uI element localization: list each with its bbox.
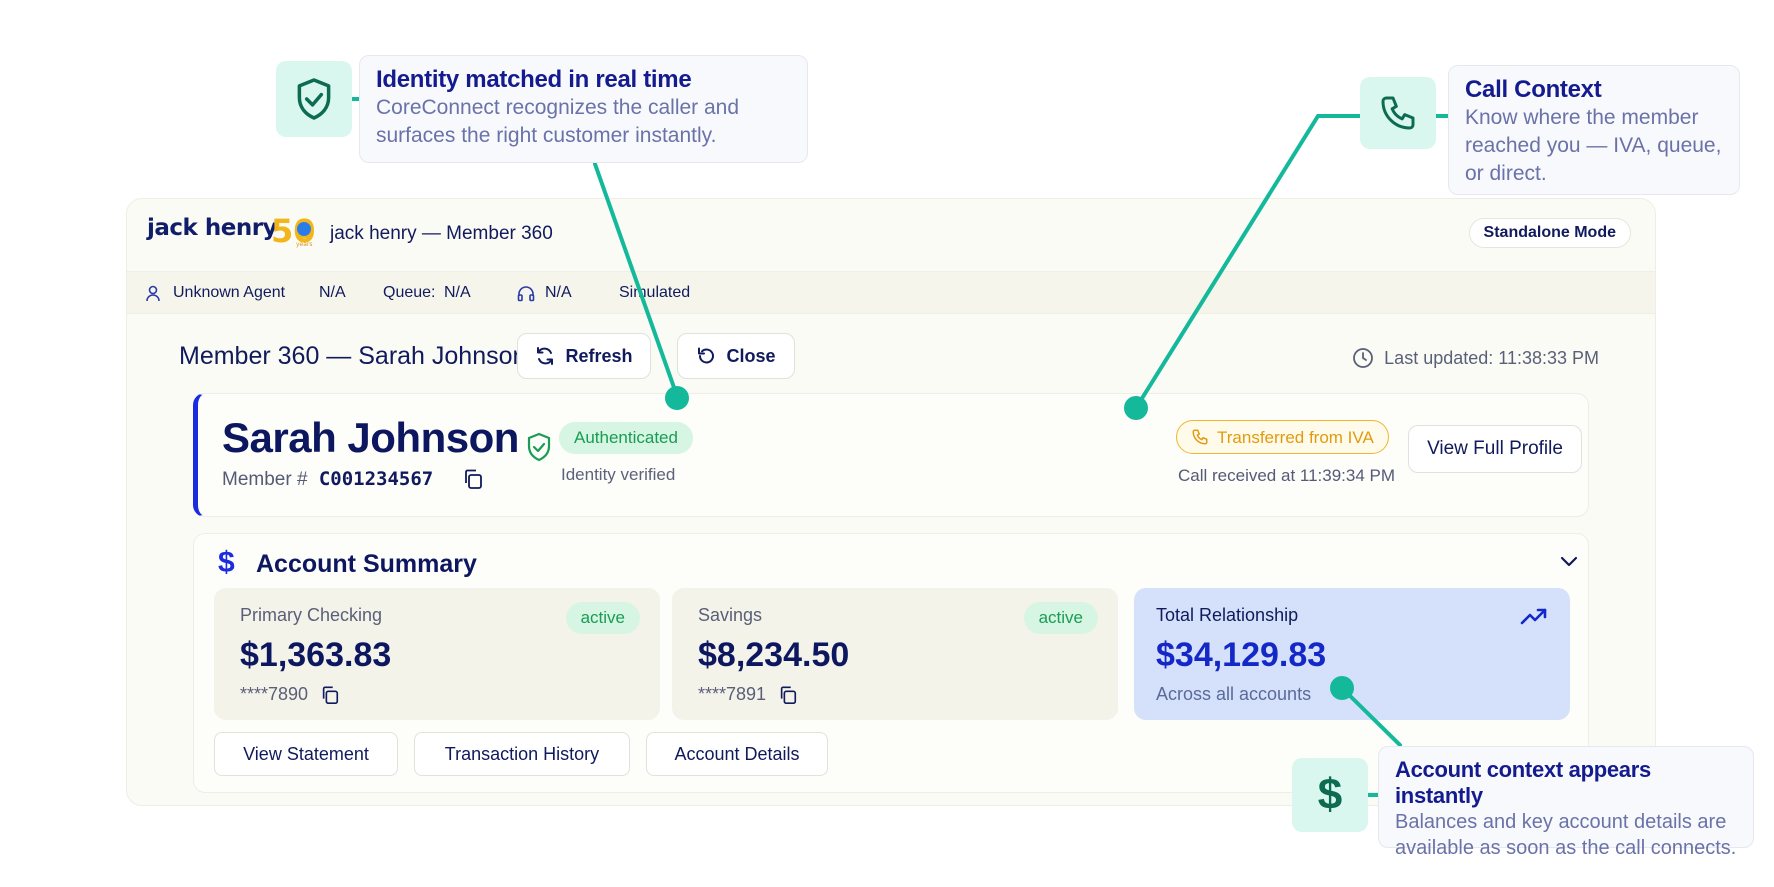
last-updated: Last updated: 11:38:33 PM [1352,347,1599,369]
mode-badge: Standalone Mode [1468,218,1631,248]
shield-check-icon [526,432,552,467]
phone-icon [1381,96,1415,130]
account-balance: $8,234.50 [698,636,850,674]
callout-phone-box [1360,77,1436,149]
view-full-profile-button[interactable]: View Full Profile [1408,425,1582,473]
trending-up-icon [1520,606,1548,631]
account-balance: $1,363.83 [240,636,392,674]
refresh-button[interactable]: Refresh [517,333,651,379]
dollar-icon: $ [1317,770,1343,819]
50-years-logo: 50 years [271,212,316,248]
phone-icon [1192,429,1208,445]
shield-check-icon [297,78,331,120]
user-icon [145,285,161,307]
account-number-row: ****7890 [240,684,340,705]
member-number-label: Member # [222,469,308,490]
call-received-time: Call received at 11:39:34 PM [1178,466,1396,485]
callout-call-context-title: Call Context [1465,76,1602,103]
account-number-row: ****7891 [698,684,798,705]
callout-account-context-desc-2: available as soon as the call connects. [1395,837,1737,859]
headset-icon [517,285,535,307]
identity-verified-text: Identity verified [561,465,676,484]
callout-identity-desc-1: CoreConnect recognizes the caller and [376,96,740,119]
transferred-badge: Transferred from IVA [1176,420,1389,454]
clock-icon [1353,348,1374,368]
dollar-icon: $ [218,546,235,579]
account-mask: ****7890 [240,684,309,704]
callout-call-context-desc-3: or direct. [1465,162,1547,185]
app-title: jack henry — Member 360 [330,223,553,244]
status-badge: active [1023,602,1098,634]
jack-henry-logo: jack henry [147,215,278,241]
callout-account-context: Account context appears instantly Balanc… [1378,746,1754,859]
view-statement-button[interactable]: View Statement [214,732,398,776]
simulated-label: Simulated [619,284,691,301]
agent-name: Unknown Agent [173,284,286,301]
callout-call-context: Call Context Know where the member reach… [1448,65,1740,195]
callout-account-context-title: Account context appears instantly [1395,757,1651,808]
queue-value: N/A [444,284,471,301]
account-tile-checking[interactable]: Primary Checking active $1,363.83 ****78… [214,588,660,720]
member-card: Sarah Johnson Member # C001234567 Authen… [193,393,1589,517]
callout-identity: Identity matched in real time CoreConnec… [359,55,808,163]
copy-icon[interactable] [320,685,340,705]
account-summary-title: Account Summary [256,550,477,578]
callout-identity-title: Identity matched in real time [376,66,692,93]
callout-account-context-desc-1: Balances and key account details are [1395,811,1727,833]
callout-call-context-desc-1: Know where the member [1465,106,1699,129]
member-name: Sarah Johnson [222,414,519,461]
undo-icon [698,347,715,364]
headset-value: N/A [545,284,572,301]
total-sub: Across all accounts [1156,684,1312,704]
app-header: jack henry 50 years jack henry — Member … [127,199,1655,272]
refresh-icon [537,347,554,365]
callout-identity-desc-2: surfaces the right customer instantly. [376,124,717,147]
transferred-text: Transferred from IVA [1217,427,1374,447]
callout-shield-box [276,61,352,137]
member-number-row: Member # C001234567 [222,468,482,491]
total-balance: $34,129.83 [1156,636,1327,674]
member-360-panel: jack henry 50 years jack henry — Member … [126,198,1656,806]
callout-dollar-box: $ [1292,758,1368,832]
page-title: Member 360 — Sarah Johnson [179,342,527,370]
status-badge: active [565,602,640,634]
transaction-history-button[interactable]: Transaction History [414,732,630,776]
account-mask: ****7891 [698,684,767,704]
close-button[interactable]: Close [677,333,795,379]
agent-status-bar: Unknown Agent N/A Queue: N/A N/A Simulat… [127,272,1655,314]
total-name: Total Relationship [1156,605,1299,625]
member-number: C001234567 [318,468,434,490]
logo-years-text: years [296,241,313,248]
copy-icon[interactable] [462,468,484,496]
account-details-button[interactable]: Account Details [646,732,828,776]
account-name: Primary Checking [240,605,383,625]
last-updated-text: Last updated: 11:38:33 PM [1384,347,1599,368]
total-relationship-tile: Total Relationship $34,129.83 Across all… [1134,588,1570,720]
authenticated-badge: Authenticated [559,422,693,454]
copy-icon[interactable] [778,685,798,705]
agent-value: N/A [319,284,346,301]
refresh-label: Refresh [565,345,633,366]
account-name: Savings [698,605,763,625]
callout-call-context-desc-2: reached you — IVA, queue, [1465,134,1722,157]
close-label: Close [726,345,776,366]
account-tile-savings[interactable]: Savings active $8,234.50 ****7891 [672,588,1118,720]
queue-label: Queue: [383,284,436,301]
chevron-down-icon[interactable] [1560,554,1578,572]
